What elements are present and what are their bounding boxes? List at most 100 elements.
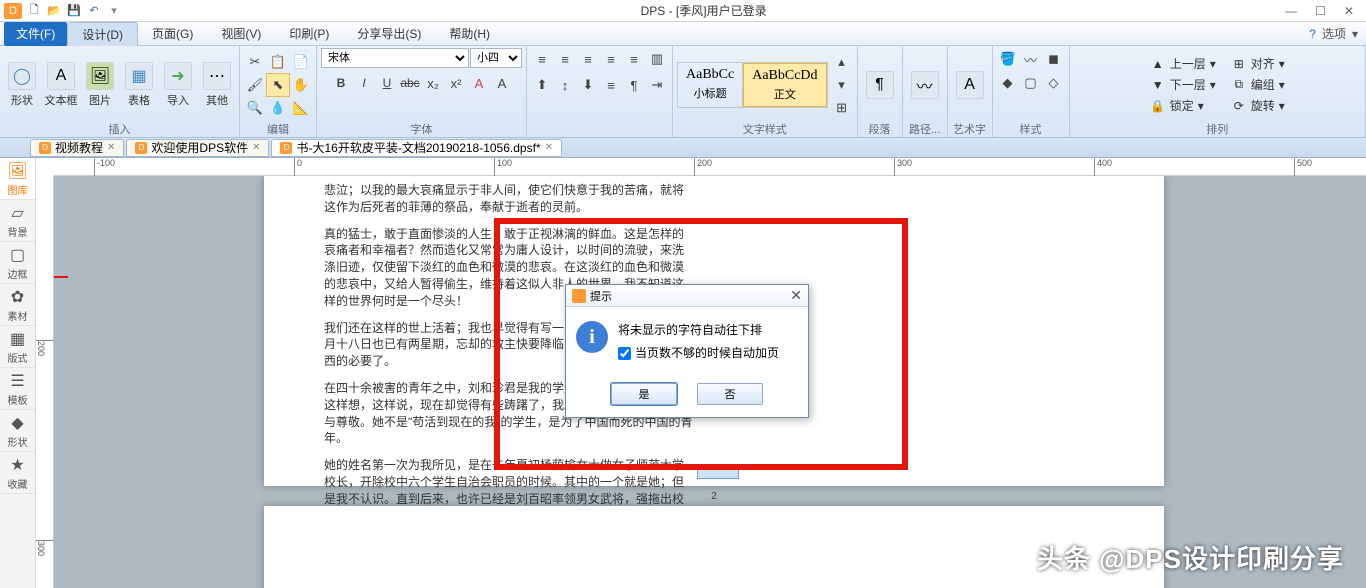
tab-page[interactable]: 页面(G) [138, 22, 207, 46]
image-button[interactable]: 🖼图片 [82, 60, 118, 110]
sidebar-template[interactable]: ☰模板 [0, 368, 35, 410]
close-tab-icon[interactable]: ✕ [252, 142, 260, 153]
document-page-next[interactable] [264, 506, 1164, 588]
bring-forward-button[interactable]: ▲上一层▾ [1144, 54, 1222, 74]
align-center-icon[interactable]: ≡ [554, 48, 576, 70]
minimize-button[interactable]: — [1285, 4, 1297, 18]
dialog-titlebar[interactable]: 提示 ✕ [566, 285, 808, 307]
style-more-icon[interactable]: ⊞ [831, 97, 853, 119]
fill-icon[interactable]: 🪣 [997, 48, 1019, 70]
sidebar-bg[interactable]: ▱背景 [0, 200, 35, 242]
valign-top-icon[interactable]: ⬆ [531, 74, 553, 96]
sidebar-layout[interactable]: ▦版式 [0, 326, 35, 368]
doctab-book[interactable]: D书-大16开软皮平装-文档20190218-1056.dpsf*✕ [271, 139, 562, 157]
zoom-icon[interactable]: 🔍 [244, 97, 266, 119]
options-button[interactable]: 选项 [1322, 25, 1346, 42]
doctab-welcome[interactable]: D欢迎使用DPS软件✕ [126, 139, 269, 157]
maximize-button[interactable]: ☐ [1315, 4, 1326, 18]
import-button[interactable]: ➜导入 [160, 60, 196, 110]
shadow-icon[interactable]: ◼ [1043, 48, 1065, 70]
style-body[interactable]: AaBbCcDd正文 [743, 63, 826, 107]
lock-button[interactable]: 🔒锁定▾ [1144, 96, 1222, 116]
style-up-icon[interactable]: ▴ [831, 51, 853, 73]
path-button[interactable]: 〰 [907, 69, 943, 101]
open-icon[interactable]: 📂 [46, 3, 62, 19]
style-down-icon[interactable]: ▾ [831, 74, 853, 96]
tab-icon[interactable]: ⇥ [646, 74, 668, 96]
sidebar-gallery[interactable]: 🖼图库 [0, 158, 35, 200]
sidebar-border[interactable]: ▢边框 [0, 242, 35, 284]
tab-design[interactable]: 设计(D) [67, 22, 138, 46]
columns-icon[interactable]: ▥ [646, 48, 668, 70]
eyedrop-icon[interactable]: 💧 [267, 97, 289, 119]
valign-bot-icon[interactable]: ⬇ [577, 74, 599, 96]
select-icon[interactable]: ⬉ [267, 74, 289, 96]
italic-icon[interactable]: I [353, 72, 375, 94]
dialog-close-icon[interactable]: ✕ [790, 287, 802, 304]
autopage-checkbox[interactable] [618, 347, 631, 360]
redo-icon[interactable]: ▾ [106, 3, 122, 19]
other-button[interactable]: ⋯其他 [199, 60, 235, 110]
group-font: 宋体 小四 B I U abc x₂ x² A A 字体 [317, 46, 527, 137]
line-icon[interactable]: 〰 [1020, 48, 1042, 70]
hand-icon[interactable]: ✋ [290, 74, 312, 96]
sidebar-material[interactable]: ✿素材 [0, 284, 35, 326]
font-color-icon[interactable]: A [468, 72, 490, 94]
measure-icon[interactable]: 📐 [290, 97, 312, 119]
send-backward-button[interactable]: ▼下一层▾ [1144, 75, 1222, 95]
font-name-combo[interactable]: 宋体 [321, 48, 469, 68]
sidebar-fav[interactable]: ★收藏 [0, 452, 35, 494]
underline-icon[interactable]: U [376, 72, 398, 94]
file-menu[interactable]: 文件(F) [4, 22, 67, 46]
font-size-combo[interactable]: 小四 [470, 48, 522, 68]
options-chevron-icon[interactable]: ▾ [1352, 27, 1358, 41]
tab-print[interactable]: 印刷(P) [275, 22, 343, 46]
close-tab-icon[interactable]: ✕ [107, 142, 115, 153]
para-button[interactable]: ¶ [862, 69, 898, 101]
bold-icon[interactable]: B [330, 72, 352, 94]
cut-icon[interactable]: ✂ [244, 51, 266, 73]
highlight-icon[interactable]: A [491, 72, 513, 94]
dialog-yes-button[interactable]: 是 [611, 383, 677, 405]
tab-share[interactable]: 分享导出(S) [343, 22, 435, 46]
sidebar-shapes[interactable]: ◆形状 [0, 410, 35, 452]
group-button[interactable]: ⧉编组▾ [1225, 75, 1291, 95]
distribute-icon[interactable]: ≡ [623, 48, 645, 70]
window-controls: — ☐ ✕ [1285, 4, 1362, 18]
align-right-icon[interactable]: ≡ [577, 48, 599, 70]
dialog-checkbox[interactable]: 当页数不够的时候自动加页 [618, 344, 798, 363]
close-tab-icon[interactable]: ✕ [545, 142, 553, 153]
help-icon[interactable]: ? [1309, 27, 1316, 41]
strike-icon[interactable]: abc [399, 72, 421, 94]
dialog-no-button[interactable]: 否 [697, 383, 763, 405]
copy-icon[interactable]: 📋 [267, 51, 289, 73]
overflow-marker[interactable] [698, 466, 738, 478]
new-icon[interactable]: 🗋 [26, 3, 42, 19]
brush-icon[interactable]: 🖌 [244, 74, 266, 96]
style-subtitle[interactable]: AaBbCc小标题 [678, 63, 743, 107]
effect2-icon[interactable]: ▢ [1020, 72, 1042, 94]
align-left-icon[interactable]: ≡ [531, 48, 553, 70]
doctab-video[interactable]: D视频教程✕ [30, 139, 124, 157]
save-icon[interactable]: 💾 [66, 3, 82, 19]
justify-icon[interactable]: ≡ [600, 48, 622, 70]
paste-icon[interactable]: 📄 [290, 51, 312, 73]
undo-icon[interactable]: ↶ [86, 3, 102, 19]
wordart-button[interactable]: A [952, 69, 988, 101]
superscript-icon[interactable]: x² [445, 72, 467, 94]
watermark: 头条 @DPS设计印刷分享 [1037, 539, 1344, 576]
textbox-button[interactable]: A文本框 [43, 60, 79, 110]
align-button[interactable]: ⊞对齐▾ [1225, 54, 1291, 74]
indent-icon[interactable]: ¶ [623, 74, 645, 96]
tab-view[interactable]: 视图(V) [207, 22, 275, 46]
close-button[interactable]: ✕ [1344, 4, 1354, 18]
rotate-button[interactable]: ⟳旋转▾ [1225, 96, 1291, 116]
effect3-icon[interactable]: ◇ [1043, 72, 1065, 94]
tab-help[interactable]: 帮助(H) [435, 22, 504, 46]
valign-mid-icon[interactable]: ↕ [554, 74, 576, 96]
effect1-icon[interactable]: ◆ [997, 72, 1019, 94]
shape-button[interactable]: ◯形状 [4, 60, 40, 110]
linespace-icon[interactable]: ≡ [600, 74, 622, 96]
subscript-icon[interactable]: x₂ [422, 72, 444, 94]
table-button[interactable]: ▦表格 [121, 60, 157, 110]
